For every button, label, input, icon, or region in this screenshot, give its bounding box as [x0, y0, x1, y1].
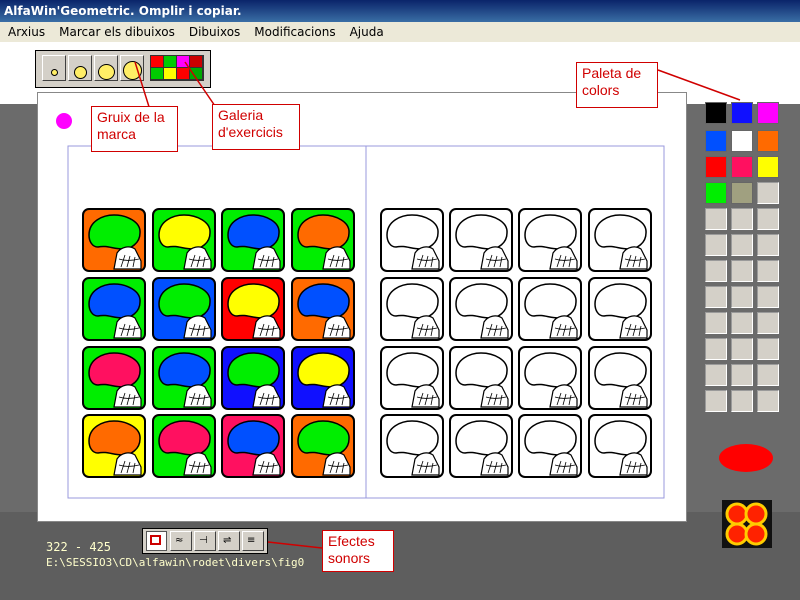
callout-gruix: Gruix de la marca [91, 106, 178, 152]
callout-efectes: Efectes sonors [322, 530, 394, 572]
callout-paleta: Paleta de colors [576, 62, 658, 108]
callout-galeria: Galeria d'exercicis [212, 104, 300, 150]
callout-lines [134, 61, 741, 549]
